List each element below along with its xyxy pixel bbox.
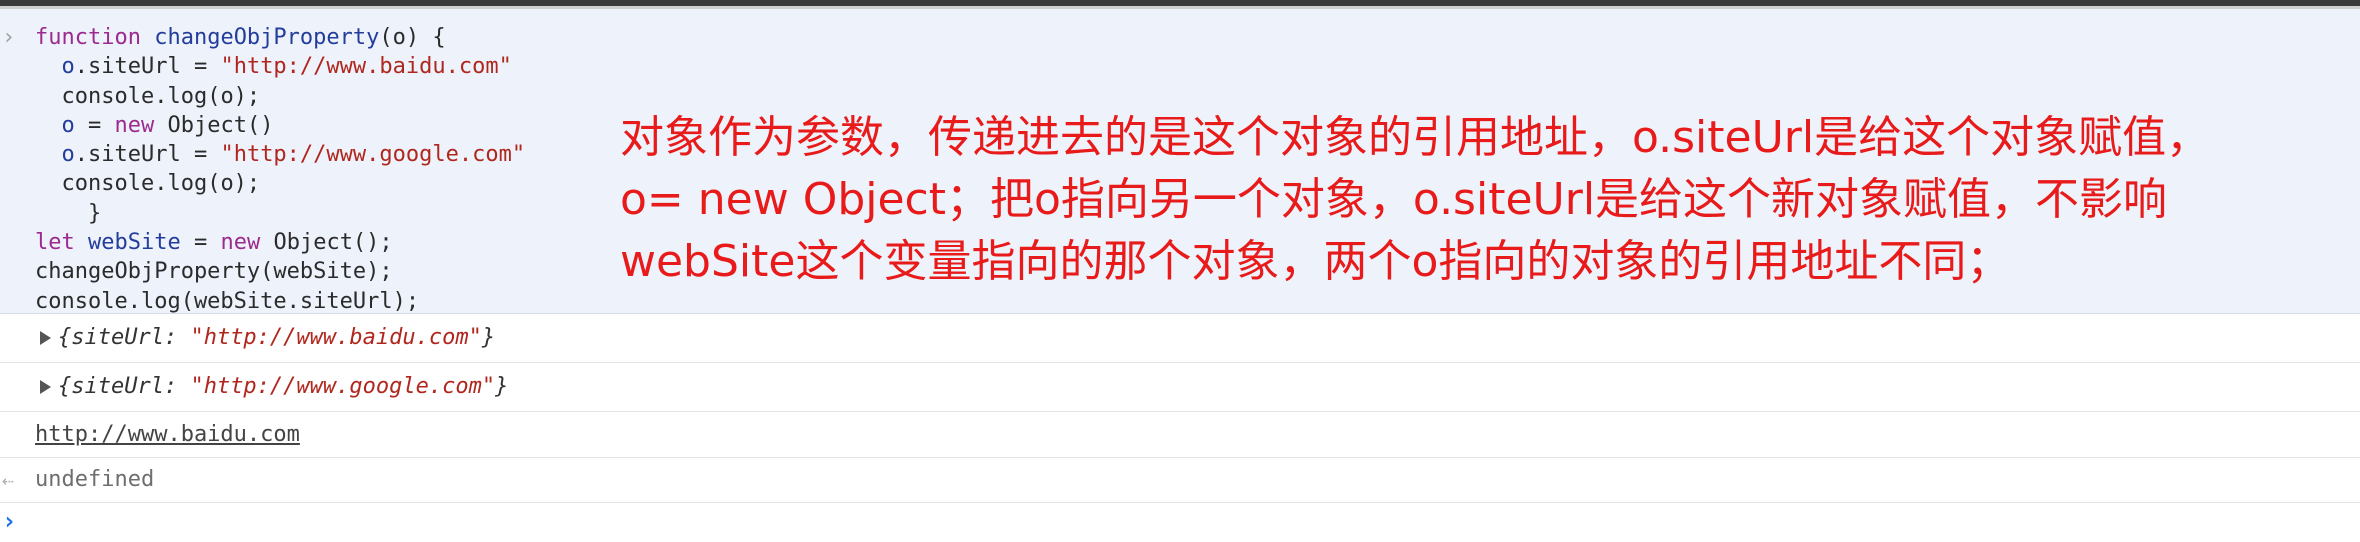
object-value: "http://www.baidu.com" xyxy=(190,325,482,350)
return-value: undefined xyxy=(35,467,155,492)
code-line: o.siteUrl = "http://www.baidu.com" xyxy=(35,52,525,81)
console-log-row: http://www.baidu.com xyxy=(0,412,2360,458)
code-identifier: o xyxy=(61,112,75,138)
code-string: "http://www.google.com" xyxy=(220,142,526,168)
code-token: console.log(o); xyxy=(61,171,261,197)
url-link[interactable]: http://www.baidu.com xyxy=(35,422,300,447)
input-prompt-icon: › xyxy=(2,25,16,50)
code-function-name: changeObjProperty xyxy=(154,25,380,50)
code-line: o = new Object() xyxy=(35,111,525,140)
console-log-row: {siteUrl: "http://www.google.com"} xyxy=(0,363,2360,412)
code-token: Object(); xyxy=(260,230,393,256)
code-line: console.log(o); xyxy=(35,82,525,111)
expand-triangle-icon[interactable] xyxy=(40,331,51,345)
expand-triangle-icon[interactable] xyxy=(40,380,51,394)
code-listing[interactable]: function changeObjProperty(o) { o.siteUr… xyxy=(35,23,525,316)
code-identifier: o xyxy=(61,142,75,168)
object-brace: } xyxy=(495,374,509,399)
code-token: changeObjProperty(webSite); xyxy=(35,259,393,285)
code-keyword: function xyxy=(35,25,141,50)
code-line: function changeObjProperty(o) { xyxy=(35,23,525,52)
annotation-text: 对象作为参数，传递进去的是这个对象的引用地址，o.siteUrl是给这个对象赋值… xyxy=(620,107,2210,293)
code-keyword: new xyxy=(114,112,155,138)
console-prompt-icon[interactable]: › xyxy=(2,507,16,535)
code-token: .siteUrl = xyxy=(74,54,221,80)
console-log-row: {siteUrl: "http://www.baidu.com"} xyxy=(0,314,2360,363)
code-line: console.log(o); xyxy=(35,169,525,198)
object-value: "http://www.google.com" xyxy=(190,374,496,399)
code-token: Object() xyxy=(154,112,274,138)
console-input-block[interactable]: › function changeObjProperty(o) { o.site… xyxy=(0,9,2360,314)
annotation-line-1: 对象作为参数，传递进去的是这个对象的引用地址，o.siteUrl是给这个对象赋值… xyxy=(620,112,2211,163)
code-line: console.log(webSite.siteUrl); xyxy=(35,287,525,316)
console-return-row: ⇠ undefined xyxy=(0,458,2360,503)
code-token: } xyxy=(87,200,102,226)
object-key: {siteUrl: xyxy=(58,325,191,350)
code-keyword: let xyxy=(35,230,75,256)
code-line: o.siteUrl = "http://www.google.com" xyxy=(35,140,526,169)
object-key: {siteUrl: xyxy=(58,374,191,399)
code-token: = xyxy=(180,230,221,256)
code-string: "http://www.baidu.com" xyxy=(220,54,512,80)
object-preview[interactable]: {siteUrl: "http://www.baidu.com"} xyxy=(58,325,495,350)
code-token: = xyxy=(74,112,115,138)
code-line: } xyxy=(35,199,525,228)
annotation-line-3: webSite这个变量指向的那个对象，两个o指向的对象的引用地址不同； xyxy=(620,236,2011,287)
code-identifier: webSite xyxy=(88,230,181,256)
code-line: let webSite = new Object(); xyxy=(35,228,525,257)
object-preview[interactable]: {siteUrl: "http://www.google.com"} xyxy=(58,374,508,399)
code-keyword: new xyxy=(220,230,261,256)
code-token: console.log(o); xyxy=(61,83,261,109)
code-token: .siteUrl = xyxy=(74,142,221,168)
return-arrow-icon: ⇠ xyxy=(2,468,15,492)
code-token: (o) { xyxy=(379,25,446,50)
code-token: console.log(webSite.siteUrl); xyxy=(35,288,420,314)
code-line: changeObjProperty(webSite); xyxy=(35,257,525,286)
object-brace: } xyxy=(481,325,496,350)
annotation-line-2: o= new Object；把o指向另一个对象，o.siteUrl是给这个新对象… xyxy=(620,174,2168,225)
code-identifier: o xyxy=(61,54,75,80)
